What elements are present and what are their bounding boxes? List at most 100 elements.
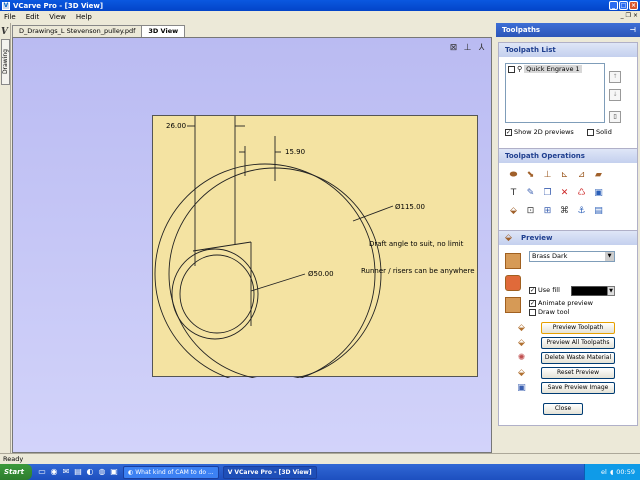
vcarve-toolpath-icon[interactable]: ⊾ (558, 169, 571, 182)
material-value: Brass Dark (532, 252, 568, 260)
draw-tool-checkbox[interactable] (529, 308, 536, 316)
minimize-button[interactable]: _ (609, 1, 618, 10)
app-shortcut-icon[interactable]: ▣ (109, 467, 119, 477)
toolpaths-panel: Toolpaths ⊣ Toolpath List ⚲ Quick Engrav… (496, 23, 640, 453)
window-title: VCarve Pro - [3D View] (13, 1, 104, 10)
material-select[interactable]: Brass Dark ▼ (529, 251, 615, 262)
set-home-icon[interactable]: ⚓ (575, 205, 588, 218)
draw-tool-label: Draw tool (538, 308, 570, 316)
tab-pdf-drawing[interactable]: D_Drawings_L Stevenson_pulley.pdf (12, 25, 143, 37)
material-setup-icon[interactable]: ⬙ (507, 205, 520, 218)
preview-all-icon: ⬙ (518, 338, 525, 348)
material-swatch-icon (505, 253, 521, 269)
show-2d-checkbox[interactable]: ✓ (505, 128, 512, 136)
pocket-toolpath-icon[interactable]: ⬊ (524, 169, 537, 182)
dia-outer-label: Ø115.00 (395, 203, 425, 211)
status-bar: Ready (0, 453, 640, 464)
summary-icon[interactable]: ▤ (592, 205, 605, 218)
maximize-button[interactable]: □ (619, 1, 628, 10)
fluting-toolpath-icon[interactable]: ⊿ (575, 169, 588, 182)
texture-toolpath-icon[interactable]: T (507, 187, 520, 200)
explorer-icon[interactable]: ▤ (73, 467, 83, 477)
profile-toolpath-icon[interactable]: ⬬ (507, 169, 520, 182)
fill-color-icon (505, 275, 521, 291)
tool-database-icon[interactable]: ⌘ (558, 205, 571, 218)
merge-toolpath-icon[interactable]: ⊞ (541, 205, 554, 218)
mdi-minimize-icon[interactable]: _ (621, 12, 624, 19)
drill-toolpath-icon[interactable]: ⊥ (541, 169, 554, 182)
iso-view-icon[interactable]: ⅄ (476, 43, 487, 54)
toolpath-checkbox[interactable] (508, 65, 515, 73)
show-2d-row[interactable]: ✓ Show 2D previews (505, 128, 574, 136)
leader-outer (352, 205, 394, 222)
edit-toolpath-icon[interactable]: ✎ (524, 187, 537, 200)
menu-view[interactable]: View (49, 13, 66, 21)
drawing-tab[interactable]: Drawing (1, 39, 10, 85)
menu-file[interactable]: File (4, 13, 16, 21)
delete-waste-button[interactable]: Delete Waste Material (541, 352, 615, 364)
clock[interactable]: 00:59 (616, 468, 635, 476)
hub-front-ellipse (171, 248, 259, 340)
preview-all-button[interactable]: Preview All Toolpaths (541, 337, 615, 349)
mdi-close-icon[interactable]: × (633, 12, 638, 19)
dim-mid-label: 15.90 (285, 148, 305, 156)
close-button[interactable]: Close (543, 403, 583, 415)
view-axis-icon[interactable]: ⊥ (462, 43, 473, 54)
zoom-extents-icon[interactable]: ⊠ (448, 43, 459, 54)
solid-label: Solid (596, 128, 612, 136)
language-indicator[interactable]: el (601, 468, 607, 476)
animate-row[interactable]: ✓ Animate preview (529, 299, 593, 307)
task-vcarve-label: VCarve Pro - [3D View] (234, 468, 312, 476)
draw-tool-row[interactable]: Draw tool (529, 308, 569, 316)
mdi-restore-icon[interactable]: ❐ (626, 12, 631, 19)
menu-help[interactable]: Help (76, 13, 92, 21)
drawing-sheet: 26.00 15.90 Ø115.00 Ø50.00 Draft angle t… (152, 115, 478, 378)
menu-edit[interactable]: Edit (26, 13, 40, 21)
volume-icon[interactable]: ◖ (610, 468, 613, 476)
firefox-icon[interactable]: ◐ (85, 467, 95, 477)
copy-toolpath-icon[interactable]: ❐ (541, 187, 554, 200)
chevron-down-icon[interactable]: ▼ (605, 252, 614, 261)
color-dropdown-icon[interactable]: ▼ (607, 286, 615, 296)
chrome-icon[interactable]: ◍ (97, 467, 107, 477)
vcarve-task-icon: V (227, 468, 233, 476)
solid-checkbox[interactable] (587, 128, 594, 136)
animate-checkbox[interactable]: ✓ (529, 299, 536, 307)
pin-icon[interactable]: ⊣ (630, 23, 636, 37)
recalculate-icon[interactable]: ♺ (575, 187, 588, 200)
preview-body: Brass Dark ▼ ✓ Use fill ▼ ✓ Animate prev… (499, 245, 637, 425)
delete-waste-icon: ✺ (517, 353, 526, 363)
animate-label: Animate preview (538, 299, 593, 307)
browser-icon[interactable]: ◉ (49, 467, 59, 477)
move-up-button[interactable]: ↑ (609, 71, 621, 83)
draft-note: Draft angle to suit, no limit (369, 240, 464, 248)
3d-view-area[interactable]: ⊠ ⊥ ⅄ 26.00 15.90 Ø115.00 Ø50.00 Draft a… (12, 37, 492, 453)
save-preview-image-button[interactable]: Save Preview Image (541, 382, 615, 394)
move-down-button[interactable]: ↓ (609, 89, 621, 101)
start-button[interactable]: Start (0, 464, 32, 480)
task-vcarve-window[interactable]: V VCarve Pro - [3D View] (222, 465, 317, 479)
tab-3d-view[interactable]: 3D View (141, 25, 186, 37)
use-fill-row[interactable]: ✓ Use fill (529, 286, 560, 294)
runner-note: Runner / risers can be anywhere (361, 267, 475, 275)
left-strip: V Drawing (0, 23, 11, 453)
desktop-icon[interactable]: ▭ (37, 467, 47, 477)
use-fill-checkbox[interactable]: ✓ (529, 286, 536, 294)
toolpath-list[interactable]: ⚲ Quick Engrave 1 (505, 63, 605, 123)
delete-toolpath-icon[interactable]: ✕ (558, 187, 571, 200)
fill-color-picker[interactable]: ▼ (571, 286, 615, 296)
toolpath-list-title: Toolpath List (499, 43, 637, 57)
delete-toolpath-button[interactable]: ▯ (609, 111, 621, 123)
save-toolpath-icon[interactable]: ▣ (592, 187, 605, 200)
task-browser-window[interactable]: ◐ What kind of CAM to do ... (123, 465, 219, 479)
reset-preview-button[interactable]: Reset Preview (541, 367, 615, 379)
preview-title-text: Preview (521, 234, 553, 242)
close-window-button[interactable]: × (629, 1, 638, 10)
prism-toolpath-icon[interactable]: ▰ (592, 169, 605, 182)
list-item[interactable]: ⚲ Quick Engrave 1 (506, 64, 604, 74)
preview-toolpath-button[interactable]: Preview Toolpath (541, 322, 615, 334)
solid-row[interactable]: Solid (587, 128, 612, 136)
mail-icon[interactable]: ✉ (61, 467, 71, 477)
use-fill-label: Use fill (538, 286, 560, 294)
toolpath-templates-icon[interactable]: ⊡ (524, 205, 537, 218)
